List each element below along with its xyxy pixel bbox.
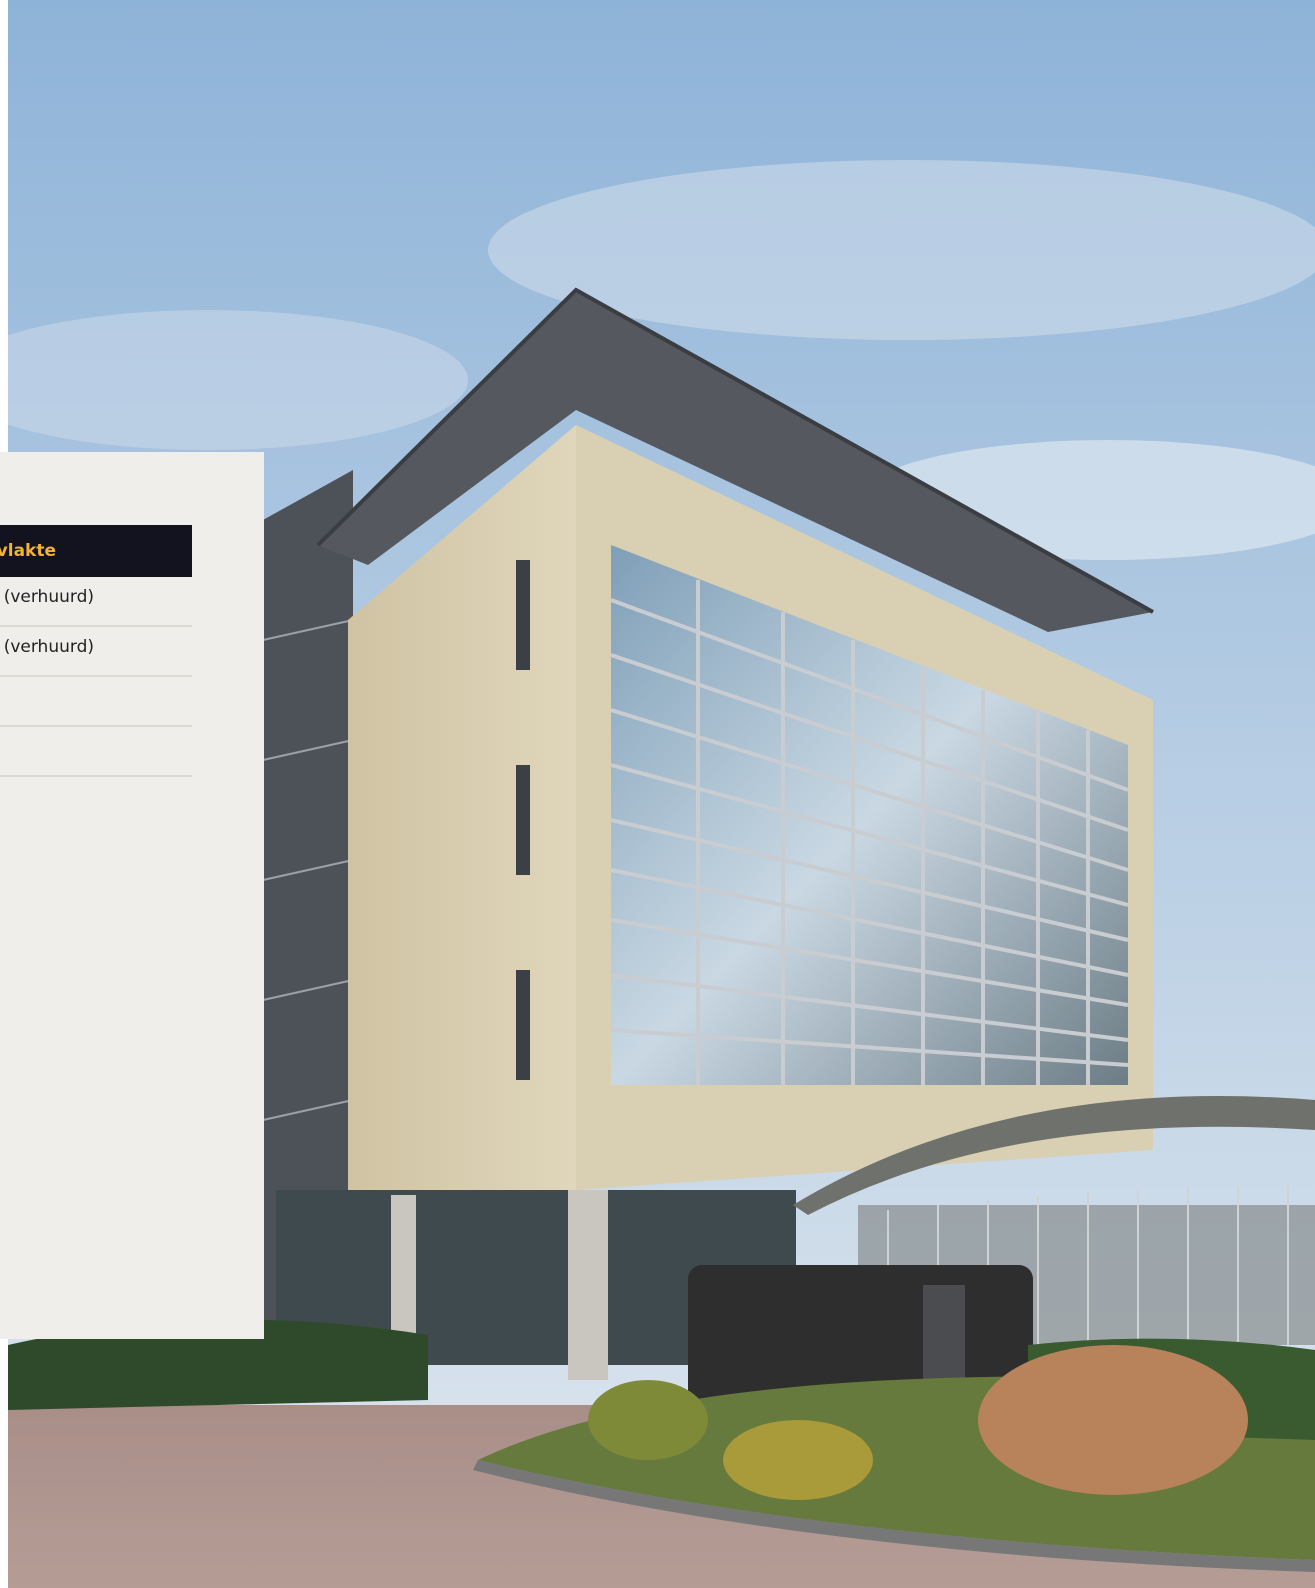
table-row (0, 727, 192, 777)
table-header-label: vlakte (0, 541, 56, 561)
table-header: vlakte (0, 525, 192, 577)
info-panel: vlakte (verhuurd) (verhuurd) (0, 452, 264, 1339)
table-cell-value: (verhuurd) (3, 637, 94, 657)
table-row: (verhuurd) (0, 577, 192, 627)
table-cell-value: (verhuurd) (3, 587, 94, 607)
table-row: (verhuurd) (0, 627, 192, 677)
table-row (0, 677, 192, 727)
